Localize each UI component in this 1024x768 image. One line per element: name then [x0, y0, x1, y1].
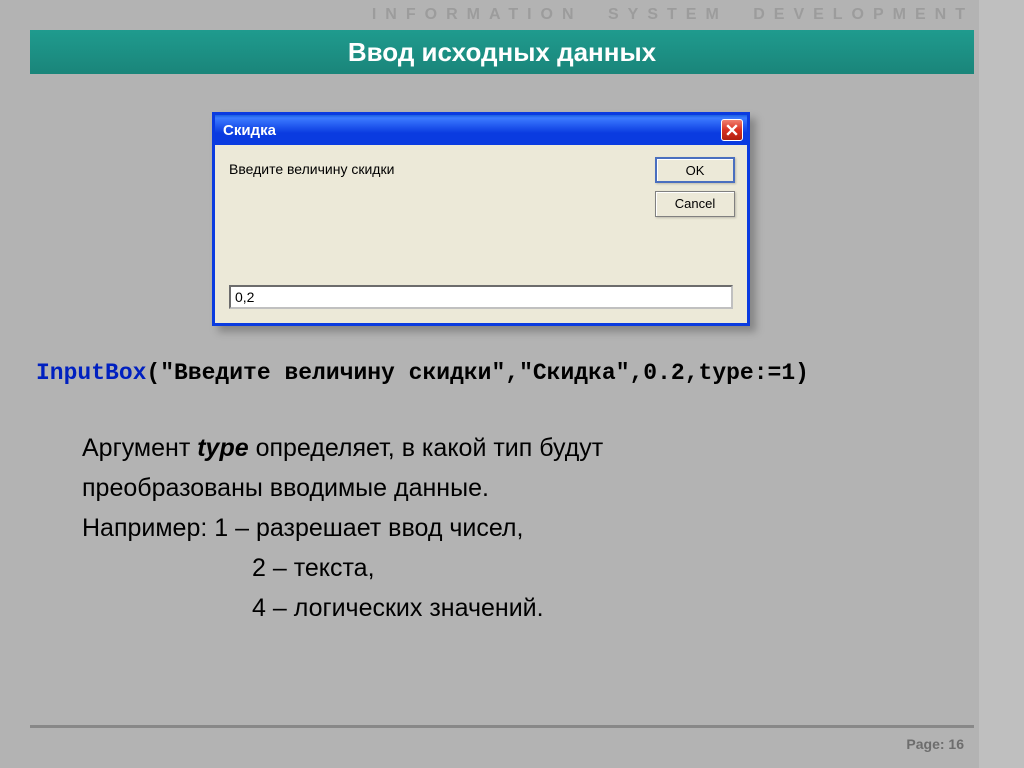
paragraph-line: преобразованы вводимые данные. — [82, 468, 902, 508]
dialog-prompt: Введите величину скидки — [229, 161, 394, 177]
dialog-titlebar[interactable]: Скидка — [215, 115, 747, 145]
page-divider — [30, 725, 974, 728]
close-icon — [726, 124, 738, 136]
ok-button[interactable]: OK — [655, 157, 735, 183]
paragraph-line: Аргумент type определяет, в какой тип бу… — [82, 428, 902, 468]
example-line-3: 4 – логических значений. — [82, 588, 902, 628]
code-example: InputBox("Введите величину скидки","Скид… — [36, 360, 809, 386]
code-arguments: ("Введите величину скидки","Скидка",0.2,… — [146, 360, 809, 386]
inputbox-dialog: Скидка Введите величину скидки OK Cancel… — [212, 112, 750, 326]
body-text: Аргумент type определяет, в какой тип бу… — [82, 428, 902, 628]
text-span: Аргумент — [82, 434, 197, 462]
right-margin-strip — [979, 0, 1024, 768]
dialog-body: Введите величину скидки OK Cancel 0,2 — [215, 145, 747, 323]
slide-title: Ввод исходных данных — [30, 30, 974, 74]
letterhead: INFORMATION SYSTEM DEVELOPMENT — [372, 6, 974, 24]
page-number: Page: 16 — [906, 736, 964, 752]
code-function-name: InputBox — [36, 360, 146, 386]
dialog-input[interactable]: 0,2 — [229, 285, 733, 309]
dialog-title: Скидка — [223, 122, 721, 139]
text-span: определяет, в какой тип будут — [249, 434, 604, 462]
example-line-1: Например: 1 – разрешает ввод чисел, — [82, 508, 902, 548]
cancel-button[interactable]: Cancel — [655, 191, 735, 217]
emphasis-type: type — [197, 434, 248, 462]
example-line-2: 2 – текста, — [82, 548, 902, 588]
close-button[interactable] — [721, 119, 743, 141]
